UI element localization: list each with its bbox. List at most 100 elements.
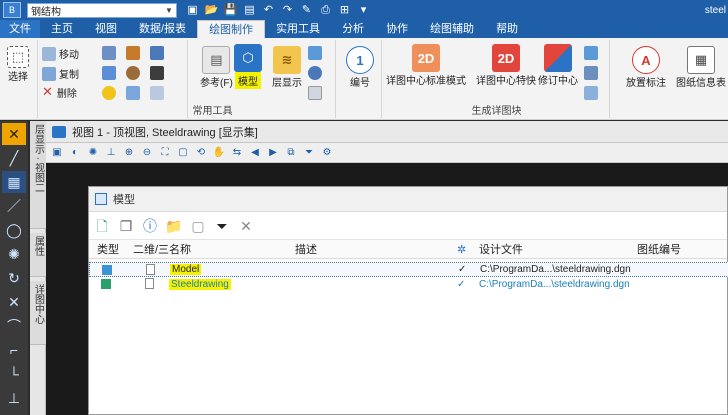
walk-icon[interactable]: ⇆ xyxy=(230,146,244,160)
dimension-button[interactable] xyxy=(102,66,119,80)
rotate-view-icon[interactable]: ⟲ xyxy=(194,146,208,160)
col-sheet-number[interactable]: 图纸编号 xyxy=(637,241,681,257)
tab-home[interactable]: 主页 xyxy=(40,20,84,38)
detail-tool-a-button[interactable] xyxy=(584,46,601,60)
saved-view-button[interactable] xyxy=(308,46,325,60)
close-tool-icon[interactable]: ✕ xyxy=(2,123,26,145)
corner-tool-icon[interactable]: └ xyxy=(2,363,26,385)
delete-button[interactable]: ✕ 删除 xyxy=(42,84,77,100)
light-button[interactable] xyxy=(102,86,119,100)
model-properties-icon[interactable]: ⓘ xyxy=(141,217,159,235)
display-style-icon[interactable]: ◐ xyxy=(68,146,82,160)
color-button[interactable] xyxy=(150,66,167,80)
select-button[interactable]: ⬚ 选择 xyxy=(7,46,29,83)
brush-icon[interactable]: ⊥ xyxy=(104,146,118,160)
zoom-out-icon[interactable]: ⊖ xyxy=(140,146,154,160)
delete-model-icon[interactable]: ✕ xyxy=(237,217,255,235)
col-dimension[interactable]: 二维/三 xyxy=(133,241,169,257)
side-tab-layer-display[interactable]: 层显示 · 视图二 xyxy=(30,121,46,229)
table-button[interactable] xyxy=(308,86,325,100)
chamfer-tool-icon[interactable]: ⌐ xyxy=(2,339,26,361)
gear-tool-icon[interactable]: ✺ xyxy=(2,243,26,265)
col-name[interactable]: 名称 xyxy=(169,241,191,257)
arc-tool-icon[interactable]: ↻ xyxy=(2,267,26,289)
move-button[interactable]: 移动 xyxy=(42,46,79,61)
tab-file[interactable]: 文件 xyxy=(0,20,40,38)
detail-special-button[interactable]: 2D 详图中心特快 xyxy=(476,44,536,87)
model-dialog-icon xyxy=(95,193,107,205)
col-gear-icon[interactable]: ✲ xyxy=(457,243,466,256)
copy-model-icon[interactable]: ❐ xyxy=(117,217,135,235)
filter-icon[interactable]: ⏷ xyxy=(302,146,316,160)
bracket-tool-icon[interactable]: ⊥ xyxy=(2,387,26,409)
grid-icon[interactable]: ⊞ xyxy=(337,3,352,17)
pin-icon[interactable]: ✎ xyxy=(299,3,314,17)
filter-funnel-icon[interactable]: ⏷ xyxy=(213,217,231,235)
side-tab-properties[interactable]: 属性 xyxy=(30,233,46,277)
weight-button[interactable] xyxy=(150,46,167,60)
workspace-select[interactable]: 钢结构 ▼ xyxy=(27,2,177,18)
copy-button[interactable]: 复制 xyxy=(42,66,79,81)
light-icon[interactable]: ✺ xyxy=(86,146,100,160)
tab-help[interactable]: 帮助 xyxy=(485,20,529,38)
camera-button[interactable] xyxy=(308,66,325,80)
layer-display-button[interactable]: ≋ 层显示 xyxy=(272,46,302,89)
tab-drawing-aids[interactable]: 绘图辅助 xyxy=(419,20,485,38)
drawing-info-icon: ▦ xyxy=(687,46,715,74)
zoom-in-icon[interactable]: ⊕ xyxy=(122,146,136,160)
tab-utilities[interactable]: 实用工具 xyxy=(265,20,331,38)
fit-view-icon[interactable]: ⛶ xyxy=(158,146,172,160)
save-all-icon[interactable]: ▤ xyxy=(242,3,257,17)
window-area-icon[interactable]: ▢ xyxy=(176,146,190,160)
fillet-tool-icon[interactable]: ⌒ xyxy=(2,315,26,337)
redo-icon[interactable]: ↷ xyxy=(280,3,295,17)
tab-collaboration[interactable]: 协作 xyxy=(375,20,419,38)
app-logo-icon[interactable]: B xyxy=(3,2,21,18)
table-row[interactable]: Steeldrawing ✓ C:\ProgramDa...\steeldraw… xyxy=(89,277,728,292)
level-button[interactable] xyxy=(126,86,143,100)
more-icon[interactable]: ▾ xyxy=(356,3,371,17)
next-view-icon[interactable]: ▶ xyxy=(266,146,280,160)
col-type[interactable]: 类型 xyxy=(97,241,119,257)
hatch-tool-icon[interactable]: ▦ xyxy=(2,171,26,193)
display-set-icon-2[interactable]: ⚙ xyxy=(320,146,334,160)
model-button[interactable]: ⬡ 模型 xyxy=(234,44,262,89)
import-model-icon[interactable]: 📁 xyxy=(165,217,183,235)
slash-tool-icon[interactable]: ／ xyxy=(2,195,26,217)
clip-volume-icon[interactable]: ⧉ xyxy=(284,146,298,160)
print-icon[interactable]: ⎙ xyxy=(318,3,333,17)
line-tool-icon[interactable]: ╱ xyxy=(2,147,26,169)
revision-center-button[interactable]: 修订中心 xyxy=(538,44,578,87)
chevron-down-icon[interactable]: ▼ xyxy=(162,6,176,15)
cross-tool-icon[interactable]: ✕ xyxy=(2,291,26,313)
table-row[interactable]: Model ✓ C:\ProgramDa...\steeldrawing.dgn xyxy=(89,262,728,277)
pan-icon[interactable]: ✋ xyxy=(212,146,226,160)
detail-standard-button[interactable]: 2D 详图中心标准模式 xyxy=(386,44,466,87)
reference-button[interactable]: ▤ 参考(F) xyxy=(200,46,233,89)
previous-view-icon[interactable]: ◀ xyxy=(248,146,262,160)
view-attributes-icon[interactable]: ▣ xyxy=(50,146,64,160)
detail-tool-b-button[interactable] xyxy=(584,66,601,80)
save-icon[interactable]: 💾 xyxy=(223,3,238,17)
tab-data-report[interactable]: 数据/报表 xyxy=(128,20,197,38)
tab-view[interactable]: 视图 xyxy=(84,20,128,38)
col-design-file[interactable]: 设计文件 xyxy=(479,241,523,257)
undo-icon[interactable]: ↶ xyxy=(261,3,276,17)
tab-drawing-production[interactable]: 绘图制作 xyxy=(197,20,266,38)
circle-tool-icon[interactable]: ◯ xyxy=(2,219,26,241)
side-tab-detail-center[interactable]: 详图中心 xyxy=(30,281,46,345)
col-description[interactable]: 描述 xyxy=(295,241,317,257)
numbering-button[interactable]: 1 编号 xyxy=(346,46,374,89)
line-style-button[interactable] xyxy=(126,46,143,60)
detail-tool-c-button[interactable] xyxy=(584,86,601,100)
measure-button[interactable] xyxy=(150,86,167,100)
detail-view-icon[interactable]: ▢ xyxy=(189,217,207,235)
place-annotation-button[interactable]: A 放置标注 xyxy=(626,46,666,89)
align-button[interactable] xyxy=(102,46,119,60)
tab-analysis[interactable]: 分析 xyxy=(331,20,375,38)
palette-button[interactable] xyxy=(126,66,143,80)
open-folder-icon[interactable]: 📂 xyxy=(204,3,219,17)
new-model-icon[interactable]: 🗋 xyxy=(93,217,111,235)
display-set-icon[interactable]: ▣ xyxy=(185,3,200,17)
drawing-info-button[interactable]: ▦ 图纸信息表 xyxy=(676,46,726,89)
